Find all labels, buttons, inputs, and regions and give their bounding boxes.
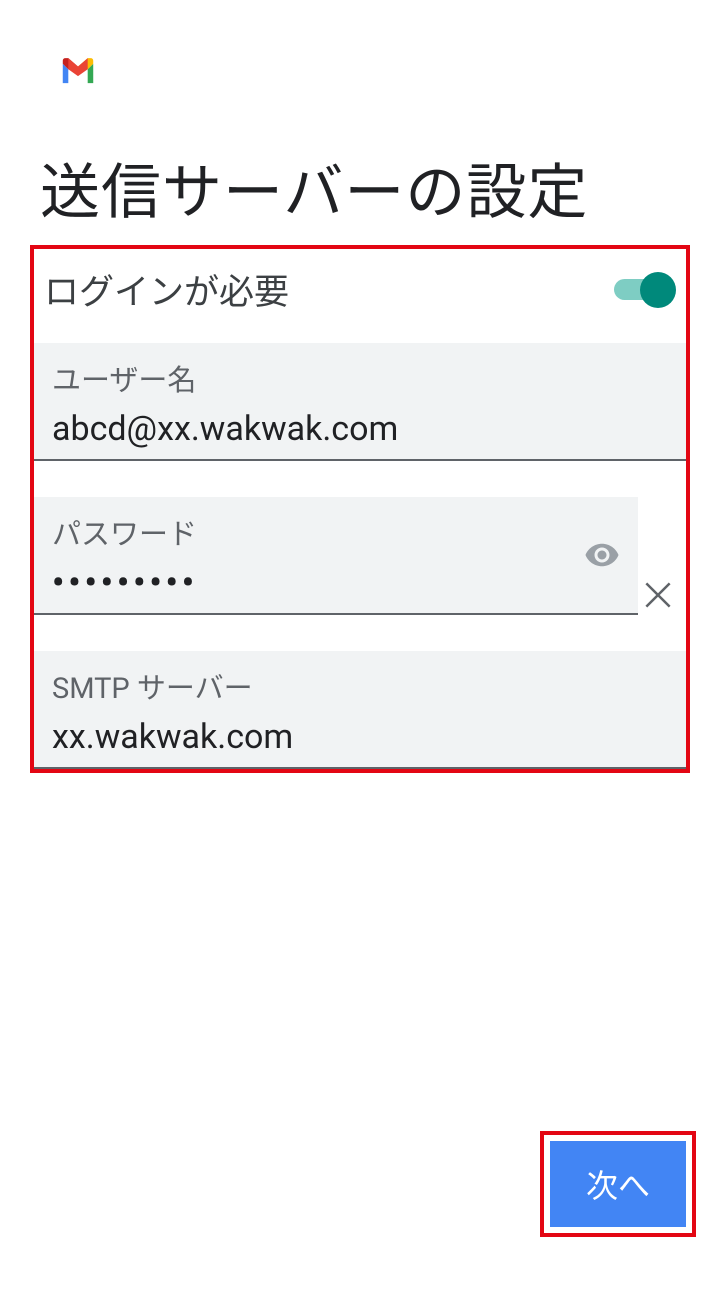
show-password-icon[interactable] [584,537,620,573]
page-title: 送信サーバーの設定 [40,144,588,231]
login-required-toggle[interactable] [614,272,676,308]
login-required-label: ログインが必要 [44,264,289,315]
password-input[interactable]: ••••••••• [52,563,620,603]
toggle-thumb [640,272,676,308]
gmail-logo-icon [60,58,96,86]
username-input[interactable] [52,409,668,449]
login-required-row: ログインが必要 [34,249,686,343]
username-field-group: ユーザー名 [34,343,686,461]
smtp-server-field-group: SMTP サーバー [34,651,686,769]
smtp-server-label: SMTP サーバー [52,665,668,707]
username-label: ユーザー名 [52,357,668,399]
next-button-highlight: 次へ [540,1131,696,1237]
password-field-group: パスワード ••••••••• [34,497,638,615]
password-label: パスワード [52,511,620,553]
clear-password-icon[interactable] [638,575,678,615]
form-container: ログインが必要 ユーザー名 パスワード ••••••••• SMTP [30,245,690,773]
next-button[interactable]: 次へ [550,1141,686,1227]
smtp-server-input[interactable] [52,717,668,757]
